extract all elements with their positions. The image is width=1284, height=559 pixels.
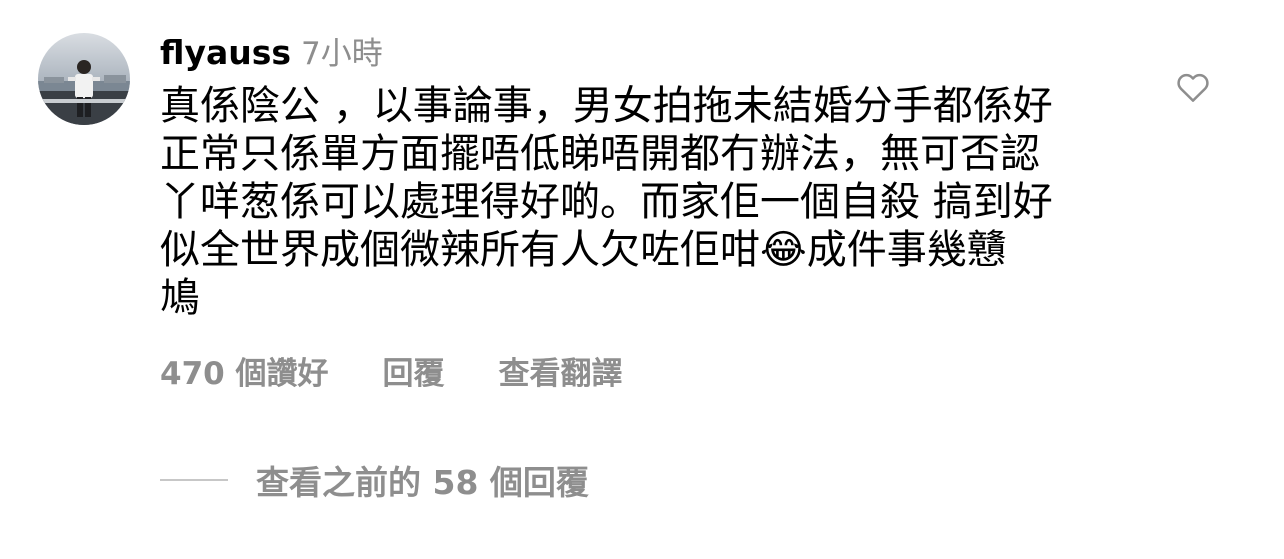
comment-header: flyauss 7小時 xyxy=(160,28,383,74)
timestamp: 7小時 xyxy=(301,36,383,72)
reply-button[interactable]: 回覆 xyxy=(383,348,445,393)
comment-text: 真係陰公 ，以事論事，男女拍拖未結婚分手都係好 正常只係單方面擺唔低睇唔開都冇辦… xyxy=(160,83,1053,321)
like-button[interactable] xyxy=(1174,68,1212,106)
see-translation-button[interactable]: 查看翻譯 xyxy=(499,348,623,393)
likes-count[interactable]: 470 個讚好 xyxy=(160,348,329,393)
comment-actions: 470 個讚好 回覆 查看翻譯 xyxy=(160,348,623,392)
username[interactable]: flyauss xyxy=(160,33,291,72)
avatar[interactable] xyxy=(38,33,130,125)
view-previous-replies[interactable]: 查看之前的 58 個回覆 xyxy=(160,456,589,504)
replies-divider xyxy=(160,479,228,481)
heart-outline-icon xyxy=(1177,73,1209,102)
view-replies-label: 查看之前的 58 個回覆 xyxy=(256,463,589,502)
avatar-photo xyxy=(38,33,130,125)
